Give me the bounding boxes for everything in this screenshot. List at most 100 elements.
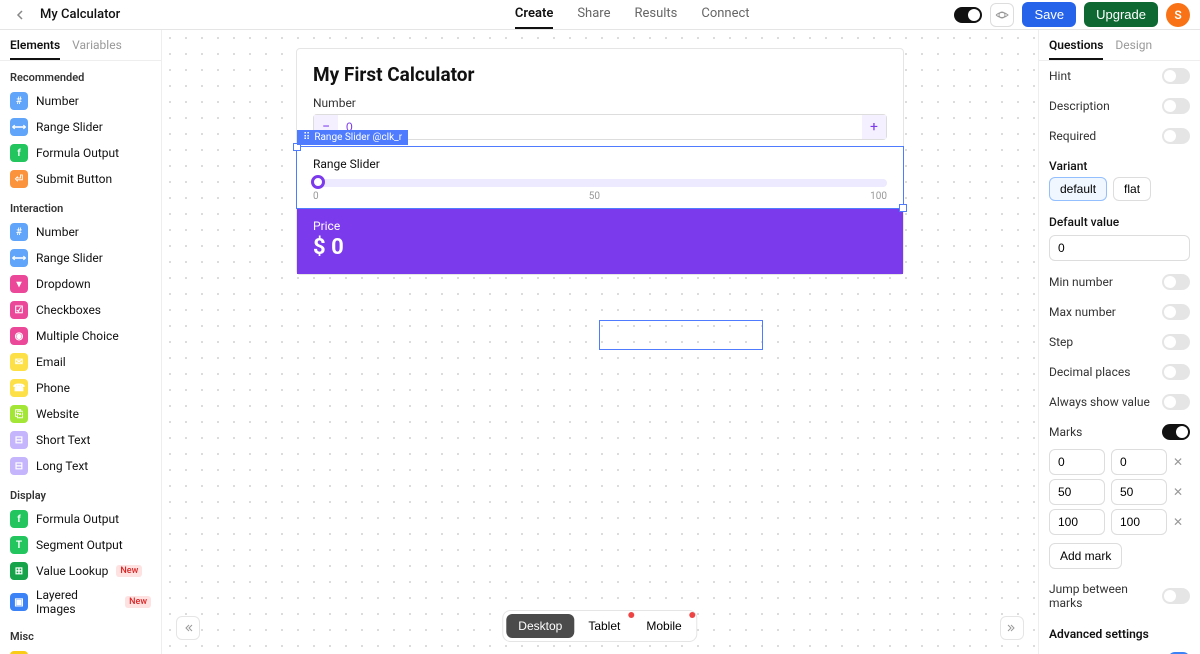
element-label: Formula Output xyxy=(36,146,119,160)
element-icon: ⎘ xyxy=(10,405,28,423)
save-button[interactable]: Save xyxy=(1022,2,1076,27)
mark-position-input[interactable] xyxy=(1049,449,1105,475)
price-block: Price $ 0 xyxy=(297,209,903,274)
jump-toggle[interactable] xyxy=(1162,588,1190,604)
element-icon: ⏎ xyxy=(10,170,28,188)
number-value-input[interactable] xyxy=(338,120,862,134)
slider-thumb[interactable] xyxy=(311,175,325,189)
element-label: Phone xyxy=(36,381,70,395)
variant-default[interactable]: default xyxy=(1049,177,1107,201)
upgrade-button[interactable]: Upgrade xyxy=(1084,2,1158,27)
min-toggle[interactable] xyxy=(1162,274,1190,290)
element-item-dropdown[interactable]: ▾Dropdown xyxy=(0,271,161,297)
element-icon: ☑ xyxy=(10,301,28,319)
element-icon: ⊟ xyxy=(10,431,28,449)
element-item-range-slider[interactable]: ⟷Range Slider xyxy=(0,114,161,140)
element-item-title[interactable]: HTitle xyxy=(0,647,161,654)
always-show-toggle[interactable] xyxy=(1162,394,1190,410)
drag-handle-icon[interactable]: ⠿ xyxy=(303,132,310,143)
element-item-submit-button[interactable]: ⏎ Submit Button xyxy=(0,166,161,192)
element-label: Value Lookup xyxy=(36,564,108,578)
tab-create[interactable]: Create xyxy=(515,0,553,29)
avatar[interactable]: S xyxy=(1166,3,1190,27)
element-item-formula-output[interactable]: f Formula Output xyxy=(0,140,161,166)
prop-hint: Hint xyxy=(1039,61,1200,91)
element-item-number[interactable]: #Number xyxy=(0,219,161,245)
max-toggle[interactable] xyxy=(1162,304,1190,320)
element-item-phone[interactable]: ☎Phone xyxy=(0,375,161,401)
element-item-checkboxes[interactable]: ☑ Checkboxes xyxy=(0,297,161,323)
element-icon: ⟷ xyxy=(10,249,28,267)
element-icon: ▣ xyxy=(10,593,28,611)
mark-row: ✕ xyxy=(1039,477,1200,507)
element-item-email[interactable]: ✉Email xyxy=(0,349,161,375)
remove-mark-icon[interactable]: ✕ xyxy=(1173,515,1183,529)
back-button[interactable] xyxy=(10,5,30,25)
remove-mark-icon[interactable]: ✕ xyxy=(1173,485,1183,499)
mark-label-input[interactable] xyxy=(1111,479,1167,505)
element-item-short-text[interactable]: ⊟Short Text xyxy=(0,427,161,453)
canvas-next-button[interactable] xyxy=(1000,616,1024,640)
prop-decimal: Decimal places xyxy=(1039,357,1200,387)
element-label: Long Text xyxy=(36,459,88,473)
right-tab-design[interactable]: Design xyxy=(1115,38,1152,60)
element-item-number[interactable]: #Number xyxy=(0,88,161,114)
tab-share[interactable]: Share xyxy=(577,0,610,29)
default-value-label: Default value xyxy=(1039,207,1200,233)
preview-button[interactable] xyxy=(990,3,1014,27)
slider-track[interactable] xyxy=(313,179,887,187)
tab-connect[interactable]: Connect xyxy=(701,0,749,29)
element-item-multiple-choice[interactable]: ◉Multiple Choice xyxy=(0,323,161,349)
sidebar-tab-variables[interactable]: Variables xyxy=(72,38,122,60)
hint-toggle[interactable] xyxy=(1162,68,1190,84)
new-badge: New xyxy=(125,596,151,608)
element-label: Range Slider xyxy=(36,251,103,265)
element-icon: f xyxy=(10,144,28,162)
marks-toggle[interactable] xyxy=(1162,424,1190,440)
element-label: Layered Images xyxy=(36,588,117,616)
mark-position-input[interactable] xyxy=(1049,479,1105,505)
canvas-prev-button[interactable] xyxy=(176,616,200,640)
variant-flat[interactable]: flat xyxy=(1113,177,1151,201)
step-toggle[interactable] xyxy=(1162,334,1190,350)
element-label: Submit Button xyxy=(36,172,112,186)
section-label: Misc xyxy=(0,620,161,647)
device-mobile[interactable]: Mobile xyxy=(634,614,693,638)
increment-button[interactable]: + xyxy=(862,115,886,139)
element-label: Checkboxes xyxy=(36,303,101,317)
prop-step: Step xyxy=(1039,327,1200,357)
remove-mark-icon[interactable]: ✕ xyxy=(1173,455,1183,469)
element-item-value-lookup[interactable]: ⊞Value LookupNew xyxy=(0,558,161,584)
mark-label-input[interactable] xyxy=(1111,509,1167,535)
canvas[interactable]: My First Calculator Number − + ⠿ Range S… xyxy=(162,30,1038,654)
device-tablet[interactable]: Tablet xyxy=(576,614,632,638)
notification-dot-icon xyxy=(628,612,634,618)
element-label: Number xyxy=(36,94,79,108)
element-item-website[interactable]: ⎘Website xyxy=(0,401,161,427)
add-mark-button[interactable]: Add mark xyxy=(1049,543,1122,569)
range-slider-block[interactable]: ⠿ Range Slider @clk_r Range Slider 0 50 … xyxy=(296,146,904,209)
mark-label-input[interactable] xyxy=(1111,449,1167,475)
element-icon: # xyxy=(10,223,28,241)
element-icon: ▾ xyxy=(10,275,28,293)
dark-mode-toggle[interactable] xyxy=(954,7,982,23)
sidebar-tab-elements[interactable]: Elements xyxy=(10,38,60,60)
default-value-input[interactable] xyxy=(1049,235,1190,261)
tab-results[interactable]: Results xyxy=(634,0,677,29)
element-item-formula-output[interactable]: fFormula Output xyxy=(0,506,161,532)
right-tab-questions[interactable]: Questions xyxy=(1049,38,1103,60)
element-item-range-slider[interactable]: ⟷ Range Slider xyxy=(0,245,161,271)
decimal-toggle[interactable] xyxy=(1162,364,1190,380)
element-item-layered-images[interactable]: ▣ Layered Images New xyxy=(0,584,161,620)
element-item-long-text[interactable]: ⊟Long Text xyxy=(0,453,161,479)
description-toggle[interactable] xyxy=(1162,98,1190,114)
price-label: Price xyxy=(313,219,887,233)
element-item-segment-output[interactable]: TSegment Output xyxy=(0,532,161,558)
selection-box[interactable] xyxy=(599,320,763,350)
required-toggle[interactable] xyxy=(1162,128,1190,144)
prop-jump: Jump between marks xyxy=(1039,575,1200,617)
device-desktop[interactable]: Desktop xyxy=(506,614,574,638)
number-label: Number xyxy=(313,96,887,110)
prop-max: Max number xyxy=(1039,297,1200,327)
mark-position-input[interactable] xyxy=(1049,509,1105,535)
